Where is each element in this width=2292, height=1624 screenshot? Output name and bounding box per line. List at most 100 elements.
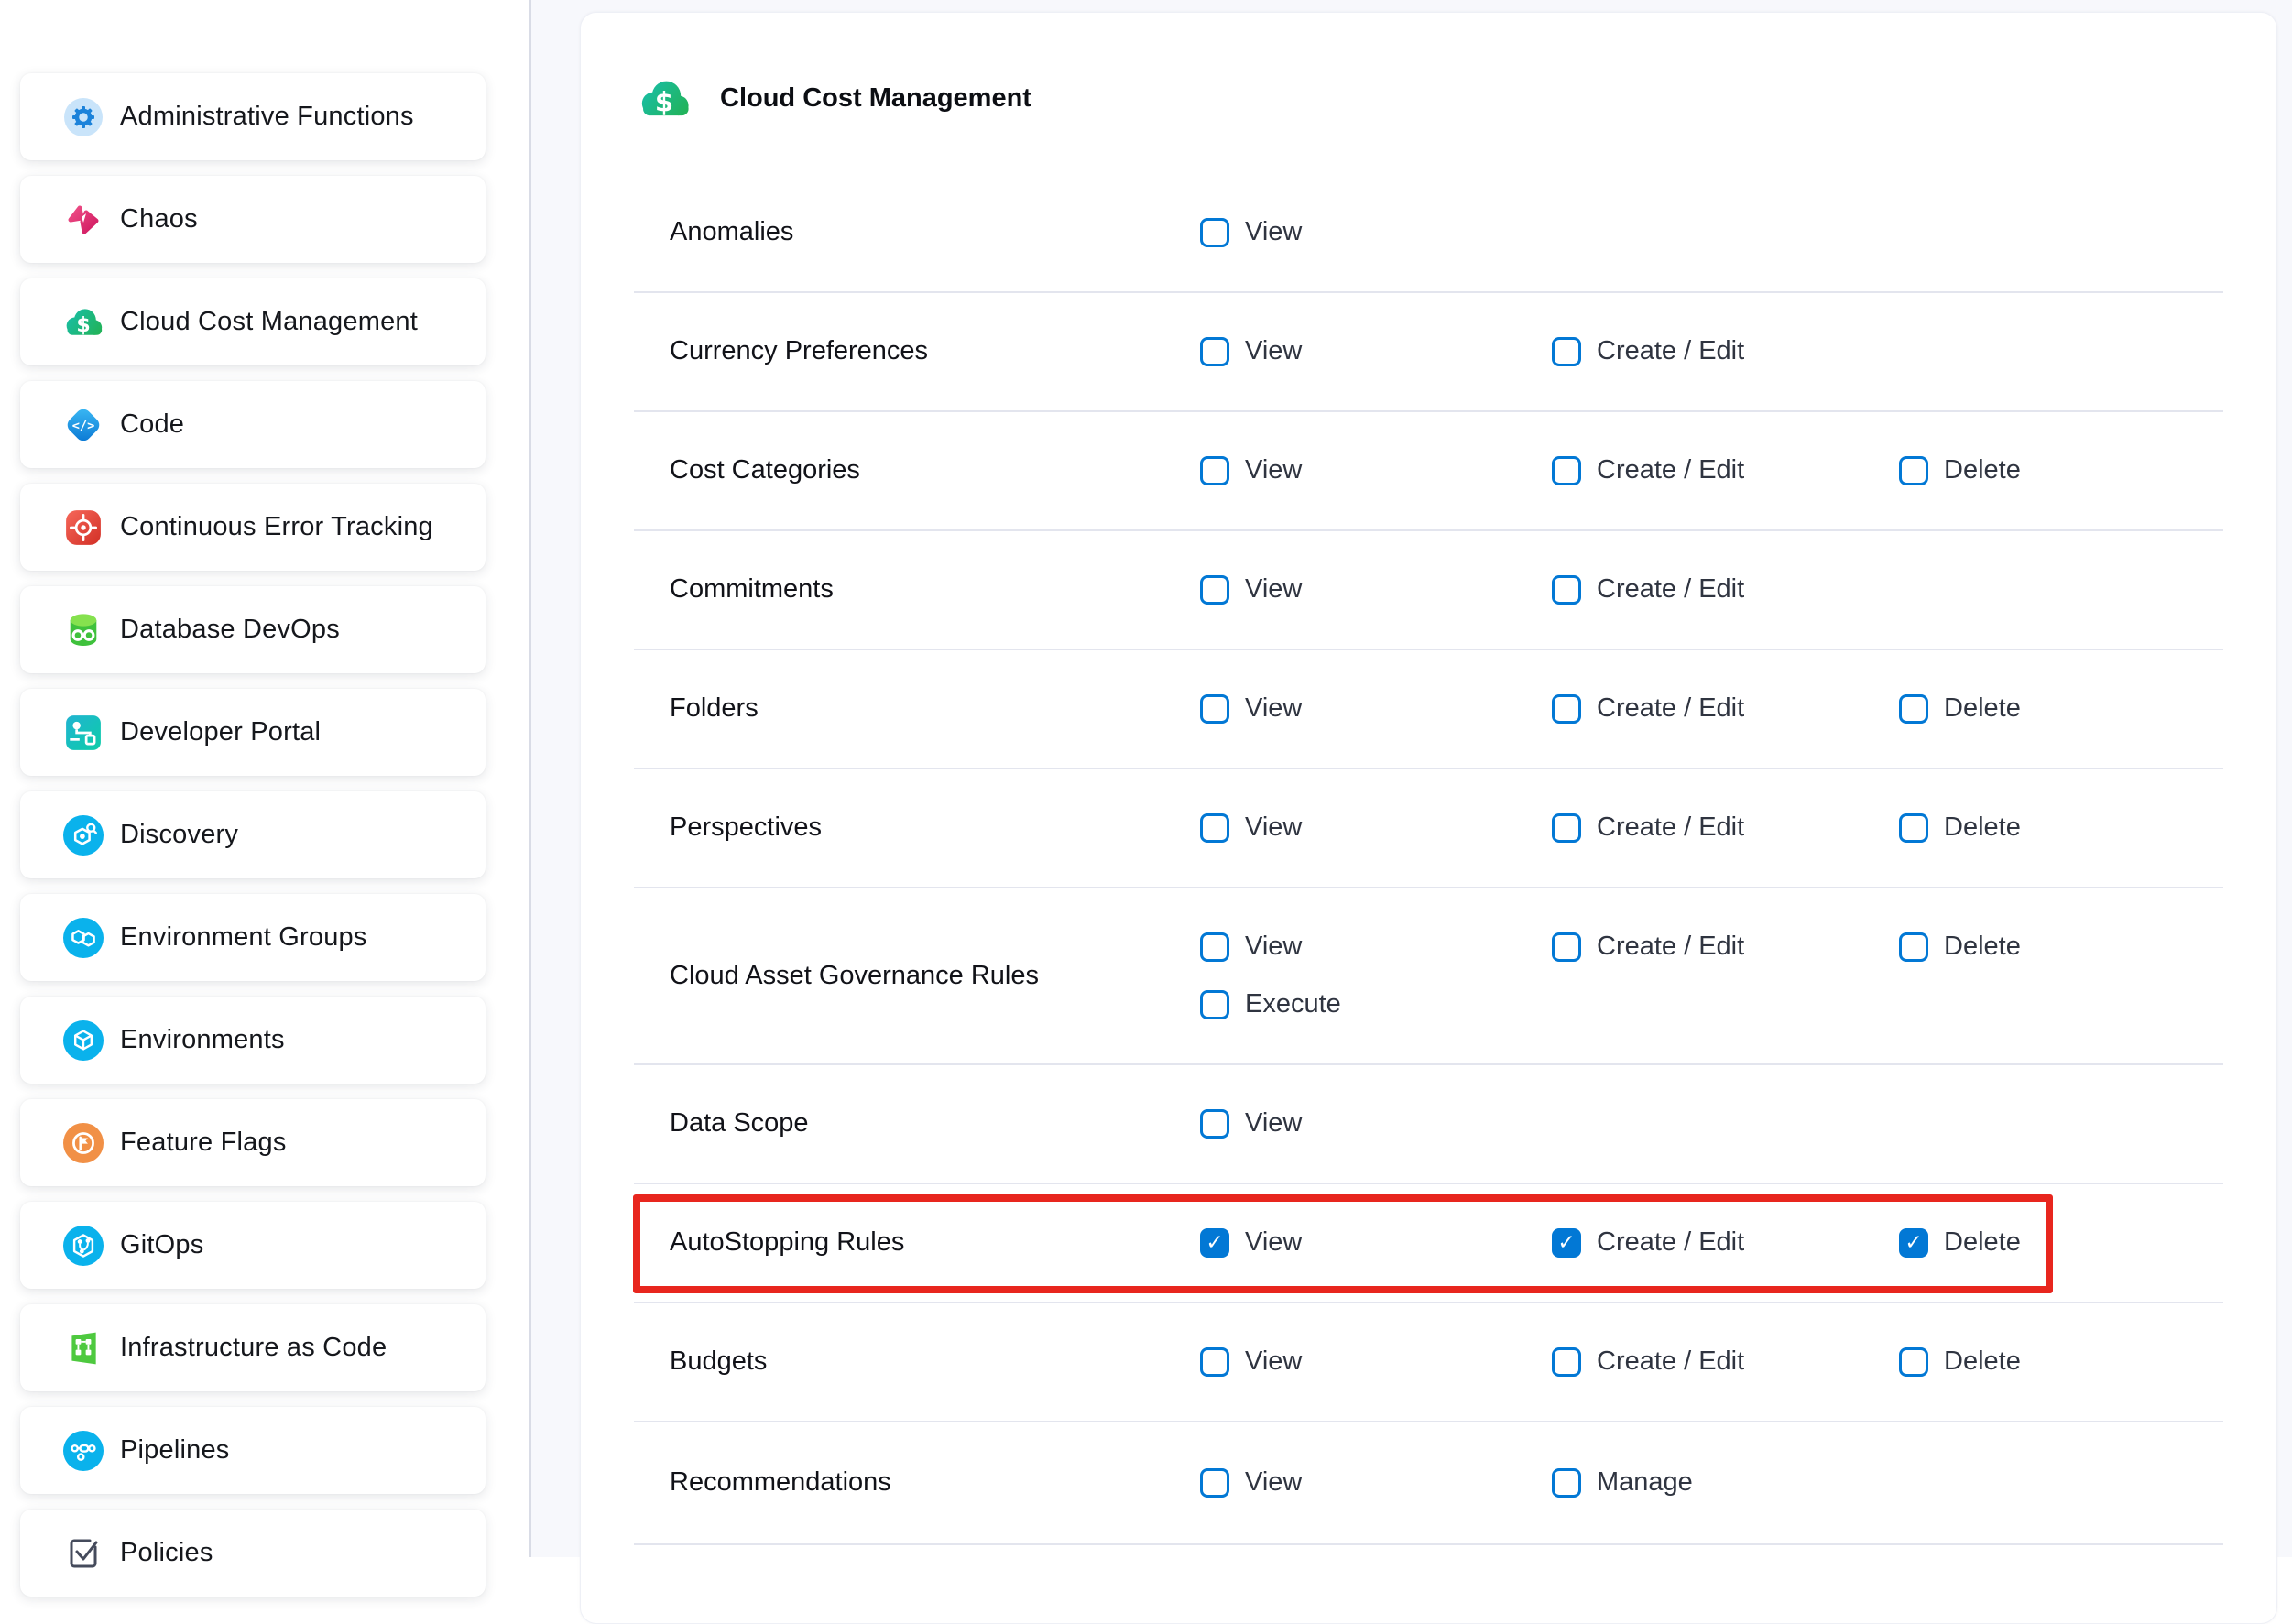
checkbox-create-edit[interactable]: Create / Edit bbox=[1552, 932, 1744, 962]
checkbox-execute[interactable]: Execute bbox=[1200, 989, 1341, 1019]
checkbox-create-edit[interactable]: Create / Edit bbox=[1552, 574, 1744, 605]
permission-name: Recommendations bbox=[634, 1467, 1200, 1498]
checkbox-box bbox=[1200, 1228, 1229, 1258]
sidebar-item-label: Developer Portal bbox=[120, 717, 321, 747]
checkbox-view[interactable]: View bbox=[1200, 693, 1302, 724]
crosshair-target-icon bbox=[63, 507, 104, 548]
cloud-dollar-icon: $ bbox=[638, 79, 691, 119]
svg-text:$: $ bbox=[76, 314, 90, 337]
sidebar-item-chaos[interactable]: Chaos bbox=[20, 176, 486, 263]
checkbox-box bbox=[1899, 932, 1928, 962]
checkbox-delete[interactable]: Delete bbox=[1899, 812, 2021, 843]
checkbox-view[interactable]: View bbox=[1200, 217, 1302, 247]
checkbox-create-edit[interactable]: Create / Edit bbox=[1552, 693, 1744, 724]
checkbox-create-edit[interactable]: Create / Edit bbox=[1552, 812, 1744, 843]
flag-circle-icon bbox=[63, 1123, 104, 1163]
permission-name: Perspectives bbox=[634, 812, 1200, 843]
checkbox-create-edit[interactable]: Create / Edit bbox=[1552, 1227, 1744, 1258]
sidebar-item-label: Database DevOps bbox=[120, 615, 340, 645]
checkbox-box bbox=[1552, 813, 1581, 843]
permission-row-budgets: Budgets View Create / Edit Delete bbox=[634, 1303, 2223, 1422]
checkbox-box bbox=[1552, 694, 1581, 724]
checkbox-create-edit[interactable]: Create / Edit bbox=[1552, 336, 1744, 366]
checkbox-create-edit[interactable]: Create / Edit bbox=[1552, 1346, 1744, 1377]
checkbox-box bbox=[1899, 1228, 1928, 1258]
checkbox-box bbox=[1552, 1468, 1581, 1498]
checkbox-box bbox=[1899, 1347, 1928, 1377]
sidebar-item-administrative-functions[interactable]: Administrative Functions bbox=[20, 73, 486, 160]
permission-row-cost-categories: Cost Categories View Create / Edit Delet… bbox=[634, 412, 2223, 531]
checkbox-view[interactable]: View bbox=[1200, 336, 1302, 366]
checkbox-delete[interactable]: Delete bbox=[1899, 1227, 2021, 1258]
checkbox-box bbox=[1552, 1228, 1581, 1258]
checkbox-box bbox=[1200, 813, 1229, 843]
checkbox-delete[interactable]: Delete bbox=[1899, 932, 2021, 962]
checkbox-box bbox=[1200, 575, 1229, 605]
permission-name: Anomalies bbox=[634, 217, 1200, 247]
permissions-card: $ Cloud Cost Management Anomalies View C… bbox=[580, 12, 2277, 1624]
permission-name: Currency Preferences bbox=[634, 336, 1200, 366]
sidebar-item-code[interactable]: </> Code bbox=[20, 381, 486, 468]
section-title: Cloud Cost Management bbox=[720, 83, 1031, 114]
permission-row-autostopping-rules: AutoStopping Rules View Create / Edit De… bbox=[634, 1184, 2223, 1303]
checkbox-box bbox=[1552, 456, 1581, 485]
permission-name: Folders bbox=[634, 693, 1200, 724]
sidebar-item-continuous-error-tracking[interactable]: Continuous Error Tracking bbox=[20, 484, 486, 571]
checkbox-box bbox=[1552, 932, 1581, 962]
svg-text:$: $ bbox=[655, 86, 673, 117]
sidebar-item-gitops[interactable]: GitOps bbox=[20, 1202, 486, 1289]
permission-name: Cost Categories bbox=[634, 455, 1200, 485]
sidebar-item-developer-portal[interactable]: Developer Portal bbox=[20, 689, 486, 776]
checkbox-box bbox=[1899, 813, 1928, 843]
sidebar-item-discovery[interactable]: Discovery bbox=[20, 791, 486, 878]
checkbox-view[interactable]: View bbox=[1200, 1346, 1302, 1377]
chaos-pinwheel-icon bbox=[63, 200, 104, 240]
sidebar-item-label: Environments bbox=[120, 1025, 285, 1055]
checkbox-box bbox=[1200, 337, 1229, 366]
permissions-table: Anomalies View Currency Preferences View… bbox=[634, 174, 2223, 1545]
permission-name: AutoStopping Rules bbox=[634, 1227, 1200, 1258]
checkbox-box bbox=[1552, 1347, 1581, 1377]
checkbox-box bbox=[1552, 575, 1581, 605]
permission-row-commitments: Commitments View Create / Edit bbox=[634, 531, 2223, 650]
permission-row-perspectives: Perspectives View Create / Edit Delete bbox=[634, 769, 2223, 888]
checkbox-box bbox=[1200, 456, 1229, 485]
checkbox-box bbox=[1200, 218, 1229, 247]
checkbox-box bbox=[1200, 1347, 1229, 1377]
checkbox-view[interactable]: View bbox=[1200, 1108, 1302, 1139]
checkbox-view[interactable]: View bbox=[1200, 932, 1302, 962]
checkbox-view[interactable]: View bbox=[1200, 1467, 1302, 1498]
sidebar-item-environment-groups[interactable]: Environment Groups bbox=[20, 894, 486, 981]
checkbox-delete[interactable]: Delete bbox=[1899, 693, 2021, 724]
checkbox-box bbox=[1200, 1109, 1229, 1139]
svg-text:</>: </> bbox=[72, 419, 95, 433]
sidebar-item-label: Cloud Cost Management bbox=[120, 307, 418, 337]
checkbox-delete[interactable]: Delete bbox=[1899, 1346, 2021, 1377]
checkbox-view[interactable]: View bbox=[1200, 455, 1302, 485]
sidebar-item-pipelines[interactable]: Pipelines bbox=[20, 1407, 486, 1494]
sidebar-item-cloud-cost-management[interactable]: $ Cloud Cost Management bbox=[20, 278, 486, 365]
checkbox-box bbox=[1200, 932, 1229, 962]
code-brackets-icon: </> bbox=[63, 405, 104, 445]
resource-sidebar: Administrative Functions Chaos $ Cloud C… bbox=[0, 0, 529, 1557]
checkbox-view[interactable]: View bbox=[1200, 574, 1302, 605]
sidebar-item-label: Chaos bbox=[120, 204, 198, 234]
flowchart-icon bbox=[63, 1328, 104, 1368]
sidebar-item-policies[interactable]: Policies bbox=[20, 1510, 486, 1597]
checkbox-view[interactable]: View bbox=[1200, 812, 1302, 843]
sidebar-item-label: GitOps bbox=[120, 1230, 203, 1260]
sidebar-item-environments[interactable]: Environments bbox=[20, 997, 486, 1084]
checkbox-create-edit[interactable]: Create / Edit bbox=[1552, 455, 1744, 485]
sidebar-item-infrastructure-as-code[interactable]: Infrastructure as Code bbox=[20, 1304, 486, 1391]
cube-icon bbox=[63, 1020, 104, 1061]
sidebar-item-database-devops[interactable]: Database DevOps bbox=[20, 586, 486, 673]
permission-row-folders: Folders View Create / Edit Delete bbox=[634, 650, 2223, 769]
checkbox-manage[interactable]: Manage bbox=[1552, 1467, 1693, 1498]
checkbox-delete[interactable]: Delete bbox=[1899, 455, 2021, 485]
sidebar-item-feature-flags[interactable]: Feature Flags bbox=[20, 1099, 486, 1186]
checkbox-check-icon bbox=[63, 1533, 104, 1574]
cloud-dollar-icon: $ bbox=[63, 302, 104, 343]
checkbox-view[interactable]: View bbox=[1200, 1227, 1302, 1258]
permission-row-cloud-asset-governance-rules: Cloud Asset Governance Rules View Create… bbox=[634, 888, 2223, 1065]
permission-name: Data Scope bbox=[634, 1108, 1200, 1139]
